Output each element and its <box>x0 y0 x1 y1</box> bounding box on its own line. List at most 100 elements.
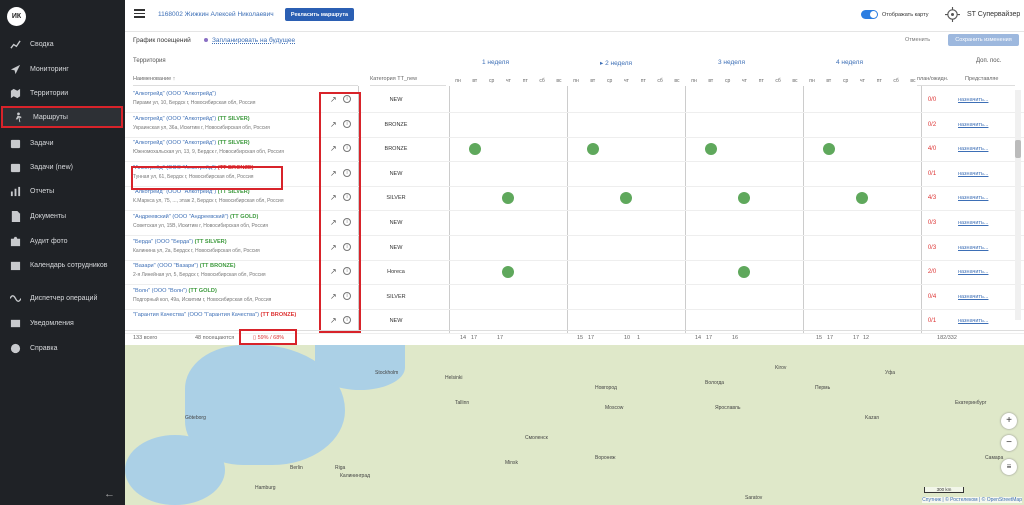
sidebar-item-4[interactable]: Задачи <box>0 132 125 154</box>
day-sum: 17 <box>853 335 860 341</box>
sidebar-item-12[interactable]: Справка <box>0 337 125 359</box>
assign-link[interactable]: назначить... <box>958 220 988 226</box>
assign-link[interactable]: назначить... <box>958 195 988 201</box>
category-column-header[interactable]: Категория ТТ_new <box>370 72 446 86</box>
avatar[interactable]: ИК <box>7 7 26 26</box>
sidebar-item-1[interactable]: Мониторинг <box>0 58 125 80</box>
map-icon <box>10 88 21 98</box>
outlet-name[interactable]: "Волн" (ООО "Волн") (TT GOLD) <box>133 288 217 294</box>
map-city-label: Kirov <box>775 365 787 371</box>
table-row[interactable]: "Алкотрейд" (ООО "Алкотрейд") Пирами ул,… <box>125 88 1024 113</box>
assign-link[interactable]: назначить... <box>958 171 988 177</box>
table-row[interactable]: "Волн" (ООО "Волн") (TT GOLD) Подгорный … <box>125 285 1024 310</box>
day-sum: 15 <box>577 335 584 341</box>
assign-link[interactable]: назначить... <box>958 122 988 128</box>
plan-cell: 0/4 <box>927 293 937 300</box>
visit-dot[interactable] <box>738 192 751 205</box>
save-changes-button[interactable]: Сохранить изменения <box>948 34 1019 46</box>
territory-header[interactable]: Территория <box>133 58 166 64</box>
plan-future-link[interactable]: Запланировать на будущее <box>204 37 295 44</box>
day-header: сб <box>539 78 545 84</box>
sidebar-item-9[interactable]: Календарь сотрудников <box>0 254 125 276</box>
category-cell: SILVER <box>386 195 406 202</box>
outlet-name[interactable]: "Алкотрейд" (ООО "Алкотрейд") <box>133 91 216 97</box>
table-row[interactable]: "Берда" (ООО "Берда") (TT SILVER) Калини… <box>125 236 1024 261</box>
sidebar-item-8[interactable]: Аудит фото <box>0 230 125 252</box>
rename-route-button[interactable]: Рекласить маршрута <box>285 8 354 21</box>
map[interactable]: Stockholm Göteborg Riga Moscow Helsinki Калин… <box>125 345 1024 505</box>
sidebar-item-label: Задачи (new) <box>30 163 73 171</box>
zoom-out-button[interactable]: − <box>1001 435 1017 451</box>
wave-icon <box>10 294 21 302</box>
outlet-name[interactable]: "Вазари" (ООО "Вазари") (TT BRONZE) <box>133 263 236 269</box>
sidebar-item-0[interactable]: Сводка <box>0 33 125 55</box>
user-role[interactable]: ST Супервайзер <box>967 11 1020 18</box>
week-header-2[interactable]: 3 неделя <box>718 59 745 66</box>
outlet-name[interactable]: "Гарантия Качества" (ООО "Гарантия Качес… <box>133 312 296 318</box>
mail-icon <box>10 319 21 327</box>
outlet-name[interactable]: "Алкотрейд" (ООО "Алкотрейд") (TT SILVER… <box>133 140 250 146</box>
outlet-tag: (TT SILVER) <box>217 115 250 122</box>
week-header-1[interactable]: ▸ 2 неделя <box>600 59 632 67</box>
layers-icon[interactable]: ≡ <box>1001 459 1017 475</box>
day-header: вт <box>590 78 596 84</box>
sidebar-item-2[interactable]: Территории <box>0 82 125 104</box>
sidebar-item-label: Документы <box>30 212 67 220</box>
outlet-name[interactable]: "Берда" (ООО "Берда") (TT SILVER) <box>133 239 227 245</box>
sidebar-item-label: Отчеты <box>30 187 55 195</box>
visit-dot[interactable] <box>704 143 717 156</box>
day-sum: 17 <box>706 335 713 341</box>
assign-link[interactable]: назначить... <box>958 269 988 275</box>
day-header: вт <box>826 78 832 84</box>
week-header-3[interactable]: 4 неделя <box>836 59 863 66</box>
map-attribution[interactable]: Спутник | © Ростелеком | © OpenStreetMap <box>922 497 1022 503</box>
sidebar-item-10[interactable]: Диспетчер операций <box>0 287 125 309</box>
visit-dot[interactable] <box>502 192 515 205</box>
week-header-0[interactable]: 1 неделя <box>482 59 509 66</box>
map-city-label: Kazan <box>865 415 880 421</box>
sidebar-item-label: Мониторинг <box>30 65 69 73</box>
visit-dot[interactable] <box>822 143 835 156</box>
outlet-tag: (TT SILVER) <box>194 238 227 245</box>
visit-dot[interactable] <box>738 266 751 279</box>
plan-cell: 0/0 <box>927 97 937 103</box>
table-row[interactable]: "Андреевский" (ООО "Андреевский") (TT GO… <box>125 211 1024 236</box>
assign-link[interactable]: назначить... <box>958 294 988 300</box>
visit-dot[interactable] <box>586 143 599 156</box>
outlet-name[interactable]: "Алкотрейд" (ООО "Алкотрейд") (TT SILVER… <box>133 116 250 122</box>
table-row[interactable]: "Вазари" (ООО "Вазари") (TT BRONZE) 2-я … <box>125 260 1024 286</box>
outlet-name[interactable]: "Андреевский" (ООО "Андреевский") (TT GO… <box>133 214 258 220</box>
vertical-scrollbar[interactable] <box>1015 90 1021 320</box>
table-row[interactable]: "Алкотрейд" (ООО "Алкотрейд") (TT SILVER… <box>125 113 1024 138</box>
sidebar-item-label: Диспетчер операций <box>30 294 98 302</box>
visit-dot[interactable] <box>468 143 481 156</box>
sidebar-item-5[interactable]: Задачи (new) <box>0 156 125 178</box>
sidebar-item-7[interactable]: Документы <box>0 205 125 227</box>
cancel-button[interactable]: Отменить <box>905 37 930 43</box>
visit-dot[interactable] <box>620 192 633 205</box>
assign-link[interactable]: назначить... <box>958 146 988 152</box>
table-row[interactable]: "Алкотрейд" (ООО "Алкотрейд") (TT SILVER… <box>125 186 1024 212</box>
user-name-link[interactable]: 1168002 Жижкин Алексей Николаевич <box>158 11 274 18</box>
sidebar-item-11[interactable]: Уведомления <box>0 312 125 334</box>
menu-icon[interactable] <box>134 9 145 18</box>
trend-icon <box>10 39 21 49</box>
table-row[interactable]: "Алкотрейд" (ООО "Алкотрейд") (TT SILVER… <box>125 137 1024 163</box>
assign-link[interactable]: назначить... <box>958 245 988 251</box>
assign-link[interactable]: назначить... <box>958 318 988 324</box>
gps-icon[interactable] <box>945 7 960 22</box>
collapse-sidebar-icon[interactable]: ← <box>104 488 115 500</box>
visit-dot[interactable] <box>502 266 515 279</box>
sidebar-item-3[interactable]: Маршруты <box>1 106 123 128</box>
outlet-name[interactable]: "Алкотрейд" (ООО "Алкотрейд") (TT SILVER… <box>133 189 250 195</box>
sidebar-item-6[interactable]: Отчеты <box>0 180 125 202</box>
name-column-header[interactable]: Наименование ↑ <box>133 72 358 86</box>
day-header: вс <box>674 78 680 84</box>
plan-cell: 4/3 <box>927 195 937 202</box>
assign-link[interactable]: назначить... <box>958 97 988 103</box>
zoom-in-button[interactable]: + <box>1001 413 1017 429</box>
show-map-toggle[interactable] <box>861 10 878 19</box>
day-header: чт <box>624 78 629 84</box>
outlet-address: Калинина ул, 2а, Бердск г, Новосибирская… <box>133 247 260 254</box>
visit-dot[interactable] <box>856 192 869 205</box>
